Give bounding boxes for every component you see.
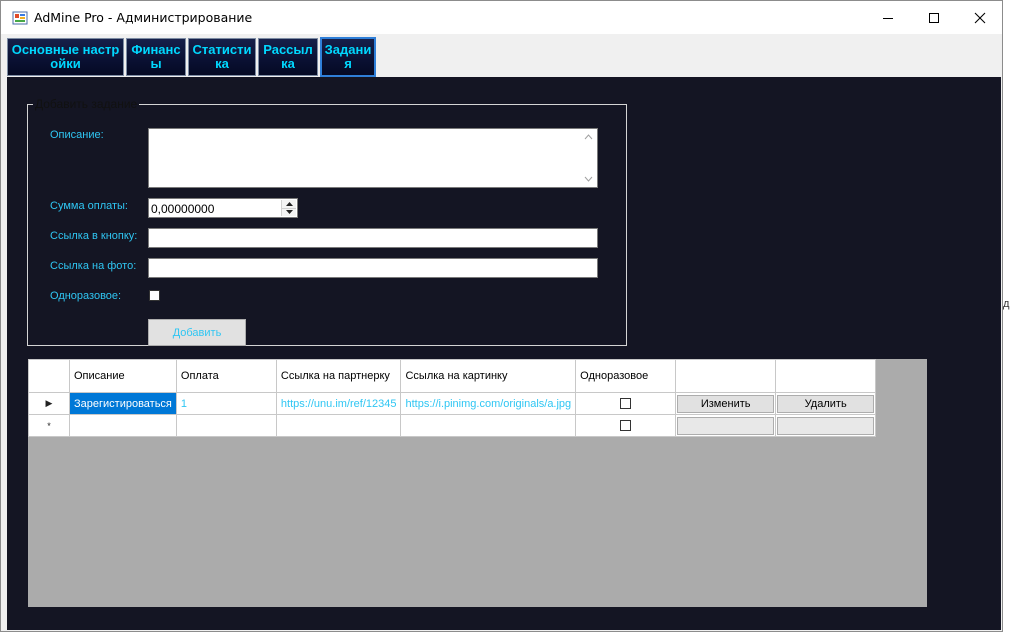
column-header-partner-link[interactable]: Ссылка на партнерку: [275, 359, 402, 393]
cell-partner-link[interactable]: https://unu.im/ref/12345: [275, 392, 402, 415]
tab-tasks[interactable]: Задания: [320, 37, 376, 77]
title-bar: AdMine Pro - Администрирование: [1, 1, 1002, 34]
cell-delete: [775, 414, 877, 437]
grid-corner-header[interactable]: [28, 359, 70, 393]
table-row-new[interactable]: *: [28, 414, 877, 437]
spin-down-button[interactable]: [282, 208, 296, 216]
tasks-table: Описание Оплата Ссылка на партнерку Ссыл…: [28, 359, 877, 437]
photo-link-input[interactable]: [148, 258, 598, 278]
maximize-icon: [929, 12, 939, 23]
amount-spinner[interactable]: [281, 200, 296, 216]
amount-numeric-input[interactable]: 0,00000000: [148, 198, 298, 218]
window-title: AdMine Pro - Администрирование: [34, 10, 253, 25]
amount-value: 0,00000000: [151, 202, 215, 216]
one-time-cell-checkbox[interactable]: [620, 398, 632, 410]
delete-button[interactable]: [777, 416, 875, 435]
cell-delete: Удалить: [775, 392, 877, 415]
tab-finance[interactable]: Финансы: [126, 38, 186, 76]
description-label: Описание:: [50, 129, 104, 141]
tab-main-settings[interactable]: Основные настройки: [7, 38, 124, 76]
column-header-payment[interactable]: Оплата: [175, 359, 277, 393]
cell-payment[interactable]: [175, 414, 277, 437]
cell-edit: [675, 414, 777, 437]
one-time-checkbox[interactable]: [149, 290, 160, 301]
scroll-up-icon[interactable]: [584, 134, 593, 140]
one-time-label: Одноразовое:: [50, 290, 122, 302]
amount-label: Сумма оплаты:: [50, 200, 128, 212]
minimize-button[interactable]: [865, 1, 911, 34]
background-window-fragment: д: [1003, 298, 1010, 310]
edit-button[interactable]: Изменить: [677, 394, 775, 413]
delete-button[interactable]: Удалить: [777, 394, 875, 413]
group-title: Добавить задание: [33, 97, 140, 111]
cell-description[interactable]: [69, 414, 177, 437]
description-textarea[interactable]: [148, 128, 598, 188]
column-header-one-time[interactable]: Одноразовое: [575, 359, 677, 393]
table-row[interactable]: ▶ Зарегистироваться 1 https://unu.im/ref…: [28, 392, 877, 415]
cell-one-time[interactable]: [575, 414, 677, 437]
close-button[interactable]: [957, 1, 1002, 34]
photo-link-label: Ссылка на фото:: [50, 260, 137, 272]
cell-payment[interactable]: 1: [175, 392, 277, 415]
spin-down-icon: [285, 210, 293, 215]
button-link-label: Ссылка в кнопку:: [50, 230, 138, 242]
cell-partner-link[interactable]: [275, 414, 402, 437]
cell-description[interactable]: Зарегистироваться: [69, 392, 177, 415]
column-header-description[interactable]: Описание: [69, 359, 177, 393]
cell-image-link[interactable]: [400, 414, 577, 437]
app-icon: [12, 11, 28, 25]
tasks-grid: Описание Оплата Ссылка на партнерку Ссыл…: [28, 359, 927, 607]
column-header-delete[interactable]: [775, 359, 877, 393]
cell-edit: Изменить: [675, 392, 777, 415]
spin-up-button[interactable]: [282, 200, 296, 209]
maximize-button[interactable]: [911, 1, 957, 34]
app-window: AdMine Pro - Администрирование Основные …: [0, 0, 1003, 632]
close-icon: [974, 12, 986, 23]
tab-statistics[interactable]: Статистика: [188, 38, 256, 76]
row-header-new[interactable]: *: [28, 414, 70, 437]
column-header-image-link[interactable]: Ссылка на картинку: [400, 359, 577, 393]
add-task-group: Добавить задание Описание: Сумма оплаты:…: [27, 97, 627, 346]
add-button[interactable]: Добавить: [148, 319, 246, 346]
cell-one-time[interactable]: [575, 392, 677, 415]
cell-image-link[interactable]: https://i.pinimg.com/originals/a.jpg: [400, 392, 577, 415]
edit-button[interactable]: [677, 416, 775, 435]
scroll-down-icon[interactable]: [584, 176, 593, 182]
one-time-cell-checkbox[interactable]: [620, 420, 632, 432]
description-scrollbar[interactable]: [580, 129, 597, 187]
column-header-edit[interactable]: [675, 359, 777, 393]
minimize-icon: [883, 17, 893, 19]
row-header-current[interactable]: ▶: [28, 392, 70, 415]
tab-mailing[interactable]: Рассылка: [258, 38, 318, 76]
tasks-panel: Добавить задание Описание: Сумма оплаты:…: [7, 77, 1001, 630]
grid-header-row: Описание Оплата Ссылка на партнерку Ссыл…: [28, 359, 877, 393]
button-link-input[interactable]: [148, 228, 598, 248]
spin-up-icon: [285, 201, 293, 206]
